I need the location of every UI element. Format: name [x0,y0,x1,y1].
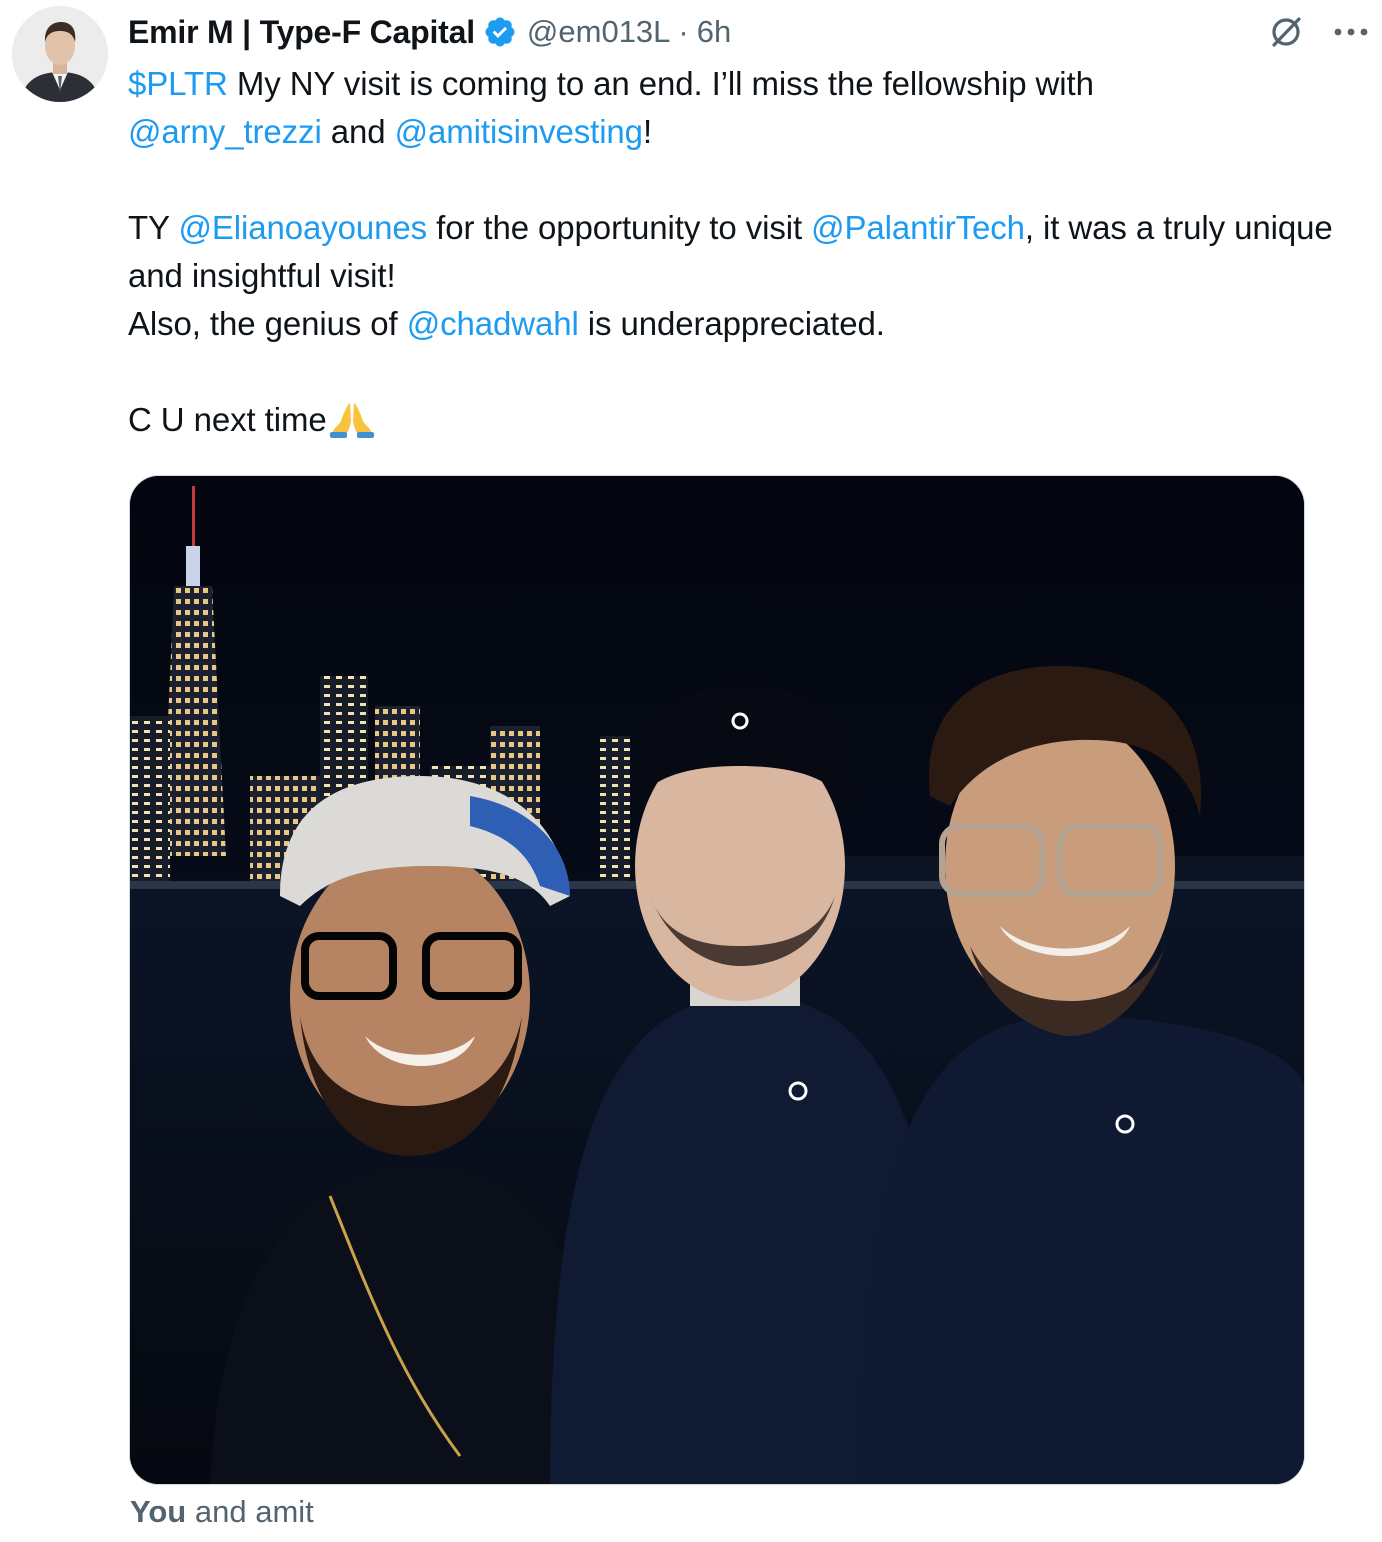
mention-link[interactable]: @arny_trezzi [128,113,322,150]
tweet-text-segment: C U next time [128,401,327,438]
grok-slash-icon[interactable] [1266,12,1306,52]
tweet-text-segment: TY [128,209,179,246]
tweet-timestamp[interactable]: 6h [697,14,731,50]
folded-hands-emoji [329,403,374,438]
tweet-photo[interactable] [129,475,1305,1485]
author-handle[interactable]: @em013L [527,14,671,50]
tweet-header: Emir M | Type-F Capital @em013L · 6h [128,10,731,54]
mention-link[interactable]: @Elianoayounes [178,209,427,246]
tweet-line-closing: C U next time [128,396,1373,444]
night-city-selfie-photo [130,476,1304,1484]
mention-link[interactable]: @amitisinvesting [395,113,643,150]
tagged-you-label: You [130,1494,187,1529]
tweet-top-actions [1266,12,1370,52]
tweet-line-1: $PLTR My NY visit is coming to an end. I… [128,60,1373,108]
cashtag-link[interactable]: $PLTR [128,65,228,102]
author-avatar[interactable] [12,6,108,102]
tweet-line-2: @arny_trezzi and @amitisinvesting! [128,108,1373,156]
tweet-line-also: Also, the genius of @chadwahl is underap… [128,300,1373,348]
tweet-text-segment: Also, the genius of [128,305,407,342]
header-separator: · [678,14,689,49]
tweet-text-segment: for the opportunity to visit [427,209,812,246]
person-portrait-avatar [12,6,108,102]
author-display-name[interactable]: Emir M | Type-F Capital [128,14,475,51]
tweet-text-segment: and [321,113,395,150]
verified-badge-icon[interactable] [483,15,517,49]
tweet-text: $PLTR My NY visit is coming to an end. I… [128,60,1373,444]
tagged-users[interactable]: You and amit [130,1494,314,1530]
tweet-text-segment: is underappreciated. [578,305,885,342]
mention-link[interactable]: @chadwahl [407,305,579,342]
more-dots-icon[interactable] [1332,13,1370,51]
tweet-paragraph-2: TY @Elianoayounes for the opportunity to… [128,204,1373,300]
mention-link[interactable]: @PalantirTech [811,209,1025,246]
tagged-rest-label: and amit [186,1494,314,1529]
tweet-text-segment: My NY visit is coming to an end. I’ll mi… [227,65,1094,102]
tweet-text-segment: ! [642,113,653,150]
